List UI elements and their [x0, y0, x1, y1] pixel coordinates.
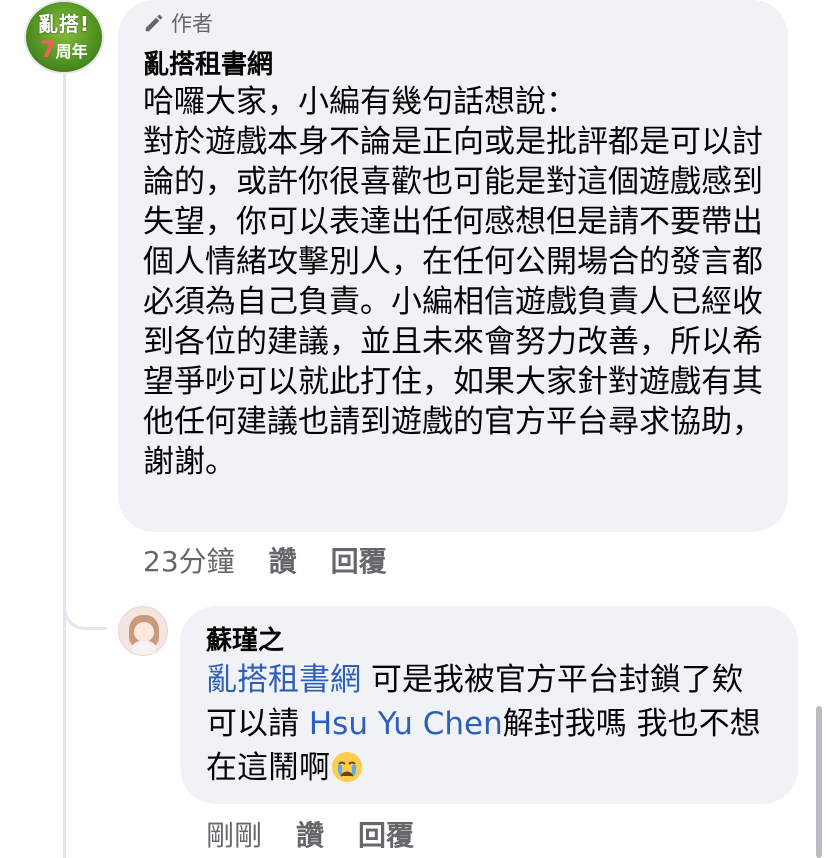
- avatar-number: 7: [40, 38, 56, 63]
- mention-link[interactable]: Hsu Yu Chen: [309, 706, 503, 742]
- reply-reply-button[interactable]: 回覆: [358, 814, 414, 854]
- comment-timestamp[interactable]: 23分鐘: [143, 540, 235, 580]
- reply-button[interactable]: 回覆: [331, 540, 387, 580]
- reply-actions: 剛剛 讚 回覆: [206, 814, 448, 854]
- reply-author-avatar[interactable]: [118, 606, 168, 656]
- thread-connector: [63, 572, 107, 630]
- author-badge-label: 作者: [171, 12, 213, 36]
- pencil-icon: [145, 14, 163, 32]
- avatar-logo-text: 亂搭!: [37, 12, 91, 36]
- thread-line: [63, 72, 66, 858]
- comment-text: 哈囉大家，小編有幾句話想說： 對於遊戲本身不論是正向或是批評都是可以討論的，或許…: [143, 84, 763, 480]
- avatar-anniversary: 7周年: [26, 38, 102, 63]
- reply-text: 亂搭租書網 可是我被官方平台封鎖了欸 可以請 Hsu Yu Chen解封我嗎 我…: [206, 658, 781, 790]
- comment-actions: 23分鐘 讚 回覆: [143, 540, 421, 580]
- like-button[interactable]: 讚: [269, 540, 297, 580]
- mention-link[interactable]: 亂搭租書網: [206, 662, 361, 698]
- reply-like-button[interactable]: 讚: [296, 814, 324, 854]
- scrollbar[interactable]: [816, 706, 822, 858]
- reply-timestamp[interactable]: 剛剛: [206, 814, 262, 854]
- crying-face-emoji-icon: [332, 752, 362, 782]
- avatar-anniversary-text: 周年: [55, 42, 88, 61]
- reply-author-name[interactable]: 蘇瑾之: [206, 620, 284, 657]
- author-badge: 作者: [143, 8, 213, 38]
- comment-author-name[interactable]: 亂搭租書網: [143, 44, 273, 81]
- author-avatar[interactable]: 亂搭! 7周年: [24, 0, 104, 74]
